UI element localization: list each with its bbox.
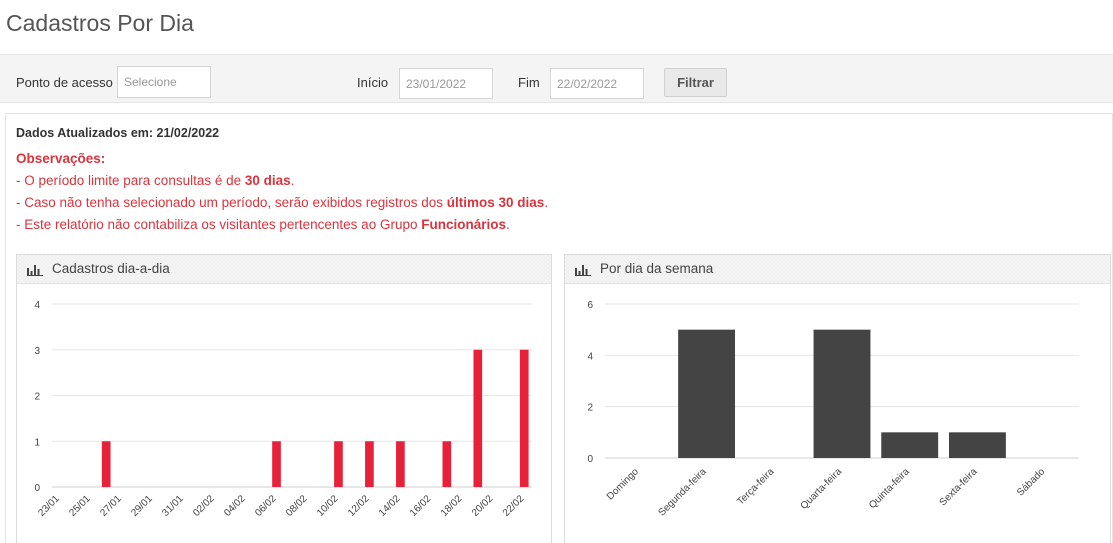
weekday-chart: 0 2 4 6 Domingo Segunda-feira Terça-feira Quart…	[587, 300, 1079, 519]
x-tick-label: 31/01	[160, 493, 186, 519]
weekday-chart-title: Por dia da semana	[600, 261, 714, 276]
daily-chart-panel: Cadastros dia-a-dia 0 1 2 3 4 23/01 25/01 27/01…	[16, 254, 552, 543]
y-tick-label: 2	[587, 403, 593, 414]
x-tick-label: 06/02	[253, 493, 279, 519]
observations-title: Observações:	[16, 151, 106, 166]
weekday-chart-panel: Por dia da semana 0 2 4 6 Domingo Segunda-fei…	[564, 254, 1111, 543]
y-tick-label: 4	[587, 351, 593, 362]
bar-chart-icon	[575, 265, 591, 276]
start-date-input[interactable]: 23/01/2022	[399, 68, 493, 99]
x-tick-label: Sábado	[1015, 466, 1047, 498]
bar	[334, 441, 343, 487]
x-tick-label: 10/02	[315, 493, 341, 519]
bar	[272, 441, 281, 487]
bar	[396, 441, 405, 487]
observation-3: - Este relatório não contabiliza os visi…	[16, 217, 510, 232]
x-tick-label: 22/02	[501, 493, 527, 519]
bar	[473, 349, 483, 487]
x-tick-label: 29/01	[129, 493, 155, 519]
y-tick-label: 3	[34, 346, 40, 357]
bar-chart-icon	[27, 265, 43, 276]
bar	[442, 441, 452, 487]
x-tick-label: Quinta-feira	[867, 466, 912, 511]
observation-2: - Caso não tenha selecionado um período,…	[16, 195, 549, 210]
page-title: Cadastros Por Dia	[6, 10, 194, 36]
bar	[678, 329, 736, 458]
x-tick-label: 20/02	[470, 493, 496, 519]
y-tick-label: 1	[34, 437, 40, 448]
y-tick-label: 6	[587, 300, 593, 311]
x-tick-label: Domingo	[605, 466, 641, 502]
filter-button[interactable]: Filtrar	[664, 68, 727, 97]
x-tick-label: Terça-feira	[735, 466, 776, 507]
y-tick-label: 4	[34, 300, 40, 311]
x-tick-label: 12/02	[346, 493, 372, 519]
bar	[813, 329, 871, 458]
bar	[948, 432, 1006, 458]
access-point-select[interactable]: Selecione	[117, 66, 211, 98]
daily-chart-title: Cadastros dia-a-dia	[52, 261, 170, 276]
bar	[881, 432, 939, 458]
x-tick-label: Segunda-feira	[656, 466, 709, 519]
y-tick-label: 0	[34, 483, 40, 494]
start-date-label: Início	[357, 75, 389, 90]
observation-1: - O período limite para consultas é de 3…	[16, 173, 295, 188]
x-tick-label: 25/01	[67, 493, 93, 519]
x-tick-label: 14/02	[377, 493, 403, 519]
x-tick-label: 16/02	[408, 493, 434, 519]
x-tick-label: 02/02	[191, 493, 217, 519]
x-tick-label: Quarta-feira	[799, 466, 845, 512]
daily-chart-header: Cadastros dia-a-dia	[17, 255, 551, 284]
y-tick-label: 0	[587, 454, 593, 465]
x-tick-label: 27/01	[98, 493, 124, 519]
bar	[101, 441, 111, 487]
x-tick-label: 04/02	[222, 493, 248, 519]
daily-chart: 0 1 2 3 4 23/01 25/01 27/01 29/01 31/01 02/02 04/02…	[34, 300, 532, 519]
y-tick-label: 2	[34, 392, 40, 403]
x-tick-label: 18/02	[439, 493, 465, 519]
filter-bar: Ponto de acesso Selecione Início 23/01/2…	[0, 54, 1113, 103]
end-date-input[interactable]: 22/02/2022	[550, 68, 644, 99]
weekday-chart-header: Por dia da semana	[565, 255, 1110, 284]
x-tick-label: 23/01	[36, 493, 62, 519]
x-tick-label: Sexta-feira	[938, 466, 980, 508]
x-tick-label: 08/02	[284, 493, 310, 519]
bar	[365, 441, 374, 487]
end-date-label: Fim	[518, 75, 540, 90]
access-point-label: Ponto de acesso	[16, 75, 113, 90]
bar	[519, 349, 529, 487]
updated-text: Dados Atualizados em: 21/02/2022	[16, 126, 220, 140]
